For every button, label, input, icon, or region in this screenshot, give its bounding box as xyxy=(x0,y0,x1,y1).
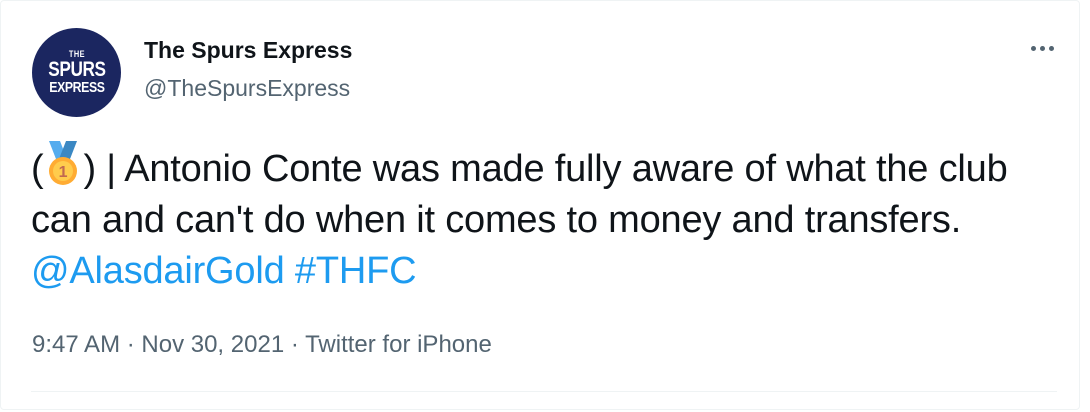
tweet-meta: 9:47 AM · Nov 30, 2021 · Twitter for iPh… xyxy=(32,331,492,359)
more-dot xyxy=(1039,45,1045,51)
gold-medal-icon: 1 xyxy=(43,141,83,187)
more-dot xyxy=(1048,45,1054,51)
author-handle[interactable]: @TheSpursExpress xyxy=(144,75,350,102)
avatar-logo: THE SPURS EXPRESS xyxy=(47,50,106,96)
avatar-logo-line3: EXPRESS xyxy=(48,79,105,96)
tweet-date[interactable]: Nov 30, 2021 xyxy=(141,331,284,358)
meta-separator: · xyxy=(120,331,142,358)
divider xyxy=(31,391,1057,392)
avatar-logo-line2: SPURS xyxy=(47,58,106,81)
tweet-card: THE SPURS EXPRESS The Spurs Express @The… xyxy=(0,0,1080,410)
tweet-text: ( 1 ) | Antonio Conte was made fully awa… xyxy=(31,141,1061,297)
svg-text:1: 1 xyxy=(59,164,68,181)
tweet-body-text: ) | Antonio Conte was made fully aware o… xyxy=(31,148,1008,241)
author-display-name[interactable]: The Spurs Express xyxy=(144,37,352,64)
more-dot xyxy=(1030,45,1036,51)
tweet-open-paren: ( xyxy=(31,148,44,190)
hashtag-link[interactable]: #THFC xyxy=(295,250,417,292)
mention-link[interactable]: @AlasdairGold xyxy=(31,250,285,292)
more-options-icon[interactable] xyxy=(1027,37,1057,59)
tweet-time[interactable]: 9:47 AM xyxy=(32,331,120,358)
tweet-source[interactable]: Twitter for iPhone xyxy=(305,331,492,358)
avatar[interactable]: THE SPURS EXPRESS xyxy=(32,28,121,117)
meta-separator: · xyxy=(284,331,306,358)
